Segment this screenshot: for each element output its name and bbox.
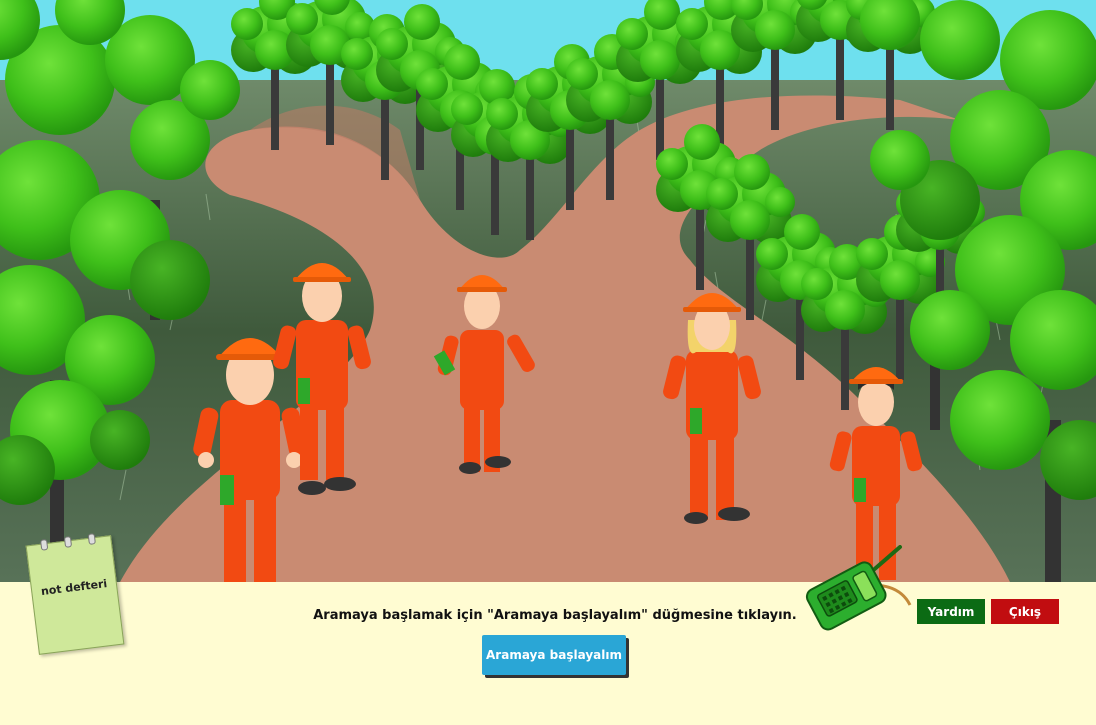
notebook-ring	[63, 536, 73, 548]
notebook-ring	[87, 533, 96, 545]
notebook-ring	[40, 538, 49, 551]
start-search-button[interactable]: Aramaya başlayalım	[482, 635, 626, 675]
notebook-label: not defteri	[40, 577, 108, 599]
forest-scene	[0, 0, 1096, 582]
instruction-text: Aramaya başlamak için "Aramaya başlayalı…	[313, 608, 797, 623]
notebook-icon[interactable]: not defteri	[25, 533, 125, 655]
bottom-panel: Aramaya başlamak için "Aramaya başlayalı…	[0, 582, 1096, 725]
help-button[interactable]: Yardım	[917, 599, 985, 624]
walkie-talkie-icon[interactable]	[800, 545, 920, 649]
exit-button[interactable]: Çıkış	[991, 599, 1059, 624]
